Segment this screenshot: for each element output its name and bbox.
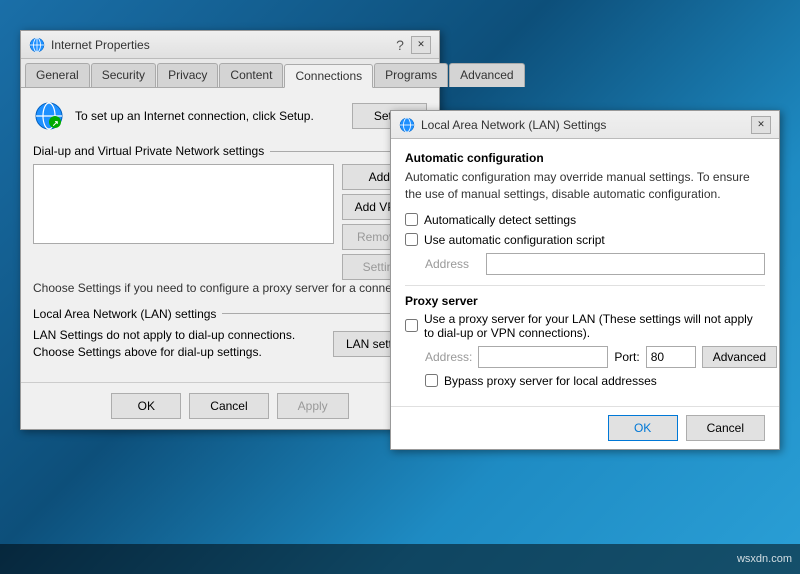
dialup-title-bar: Dial-up and Virtual Private Network sett…: [33, 144, 427, 158]
tab-programs[interactable]: Programs: [374, 63, 448, 87]
auto-script-label: Use automatic configuration script: [424, 233, 605, 247]
proxy-port-input[interactable]: [646, 346, 696, 368]
setup-text: To set up an Internet connection, click …: [75, 108, 342, 125]
tab-security[interactable]: Security: [91, 63, 156, 87]
lan-section: Local Area Network (LAN) settings LAN Se…: [33, 307, 427, 361]
internet-props-title: Internet Properties: [51, 38, 391, 52]
proxy-enable-label: Use a proxy server for your LAN (These s…: [424, 312, 765, 340]
dialup-section: Dial-up and Virtual Private Network sett…: [33, 144, 427, 297]
proxy-server-section: Proxy server Use a proxy server for your…: [405, 294, 765, 388]
close-button[interactable]: ✕: [411, 36, 431, 54]
auto-config-desc: Automatic configuration may override man…: [405, 169, 765, 203]
lan-close-button[interactable]: ✕: [751, 116, 771, 134]
auto-detect-label: Automatically detect settings: [424, 213, 576, 227]
setup-section: ↗ To set up an Internet connection, clic…: [33, 100, 427, 132]
tab-advanced[interactable]: Advanced: [449, 63, 524, 87]
dialup-listbox[interactable]: [33, 164, 334, 244]
cancel-button[interactable]: Cancel: [189, 393, 268, 419]
auto-address-row: Address: [405, 253, 765, 275]
taskbar: wsxdn.com: [0, 544, 800, 574]
proxy-addr-label: Address:: [425, 350, 472, 364]
auto-detect-row: Automatically detect settings: [405, 213, 765, 227]
lan-dialog-controls: ✕: [751, 116, 771, 134]
dialup-action-row: Add... Add VPN... Remove... Settings: [33, 164, 427, 280]
proxy-addr-row: Address: Port: Advanced: [405, 346, 765, 368]
proxy-port-label: Port:: [614, 350, 639, 364]
lan-title: Local Area Network (LAN) settings: [33, 307, 216, 321]
tab-content[interactable]: Content: [219, 63, 283, 87]
proxy-enable-checkbox[interactable]: [405, 319, 418, 332]
tab-connections[interactable]: Connections: [284, 64, 373, 88]
tab-general[interactable]: General: [25, 63, 90, 87]
internet-properties-window: Internet Properties ? ✕ General Security…: [20, 30, 440, 430]
auto-config-title: Automatic configuration: [405, 151, 765, 165]
proxy-enable-row: Use a proxy server for your LAN (These s…: [405, 312, 765, 340]
bypass-label: Bypass proxy server for local addresses: [444, 374, 657, 388]
tab-bar: General Security Privacy Content Connect…: [21, 59, 439, 88]
apply-button[interactable]: Apply: [277, 393, 349, 419]
proxy-advanced-button[interactable]: Advanced: [702, 346, 777, 368]
auto-address-label: Address: [425, 257, 480, 271]
proxy-address-input[interactable]: [478, 346, 608, 368]
lan-ok-button[interactable]: OK: [608, 415, 678, 441]
internet-props-footer: OK Cancel Apply: [21, 382, 439, 429]
internet-props-icon: [29, 37, 45, 53]
lan-dialog-icon: [399, 117, 415, 133]
dialup-title: Dial-up and Virtual Private Network sett…: [33, 144, 264, 158]
proxy-info-text: Choose Settings if you need to configure…: [33, 280, 427, 297]
internet-props-titlebar[interactable]: Internet Properties ? ✕: [21, 31, 439, 59]
divider: [405, 285, 765, 286]
auto-script-row: Use automatic configuration script: [405, 233, 765, 247]
help-button[interactable]: ?: [391, 36, 409, 54]
lan-dialog-content: Automatic configuration Automatic config…: [391, 139, 779, 406]
setup-icon: ↗: [33, 100, 65, 132]
lan-dialog-titlebar[interactable]: Local Area Network (LAN) Settings ✕: [391, 111, 779, 139]
taskbar-label: wsxdn.com: [737, 553, 792, 565]
lan-settings-dialog: Local Area Network (LAN) Settings ✕ Auto…: [390, 110, 780, 450]
ok-button[interactable]: OK: [111, 393, 181, 419]
connections-tab-content: ↗ To set up an Internet connection, clic…: [21, 88, 439, 382]
lan-dialog-title: Local Area Network (LAN) Settings: [421, 118, 751, 132]
bypass-checkbox[interactable]: [425, 374, 438, 387]
proxy-server-title: Proxy server: [405, 294, 765, 308]
lan-info-text: LAN Settings do not apply to dial-up con…: [33, 327, 325, 361]
lan-cancel-button[interactable]: Cancel: [686, 415, 765, 441]
bypass-row: Bypass proxy server for local addresses: [405, 374, 765, 388]
window-controls: ? ✕: [391, 36, 431, 54]
lan-title-bar: Local Area Network (LAN) settings: [33, 307, 427, 321]
tab-privacy[interactable]: Privacy: [157, 63, 218, 87]
auto-detect-checkbox[interactable]: [405, 213, 418, 226]
auto-address-input[interactable]: [486, 253, 765, 275]
auto-script-checkbox[interactable]: [405, 233, 418, 246]
svg-text:↗: ↗: [52, 119, 59, 128]
auto-config-section: Automatic configuration Automatic config…: [405, 151, 765, 275]
lan-dialog-footer: OK Cancel: [391, 406, 779, 449]
lan-info-row: LAN Settings do not apply to dial-up con…: [33, 327, 427, 361]
